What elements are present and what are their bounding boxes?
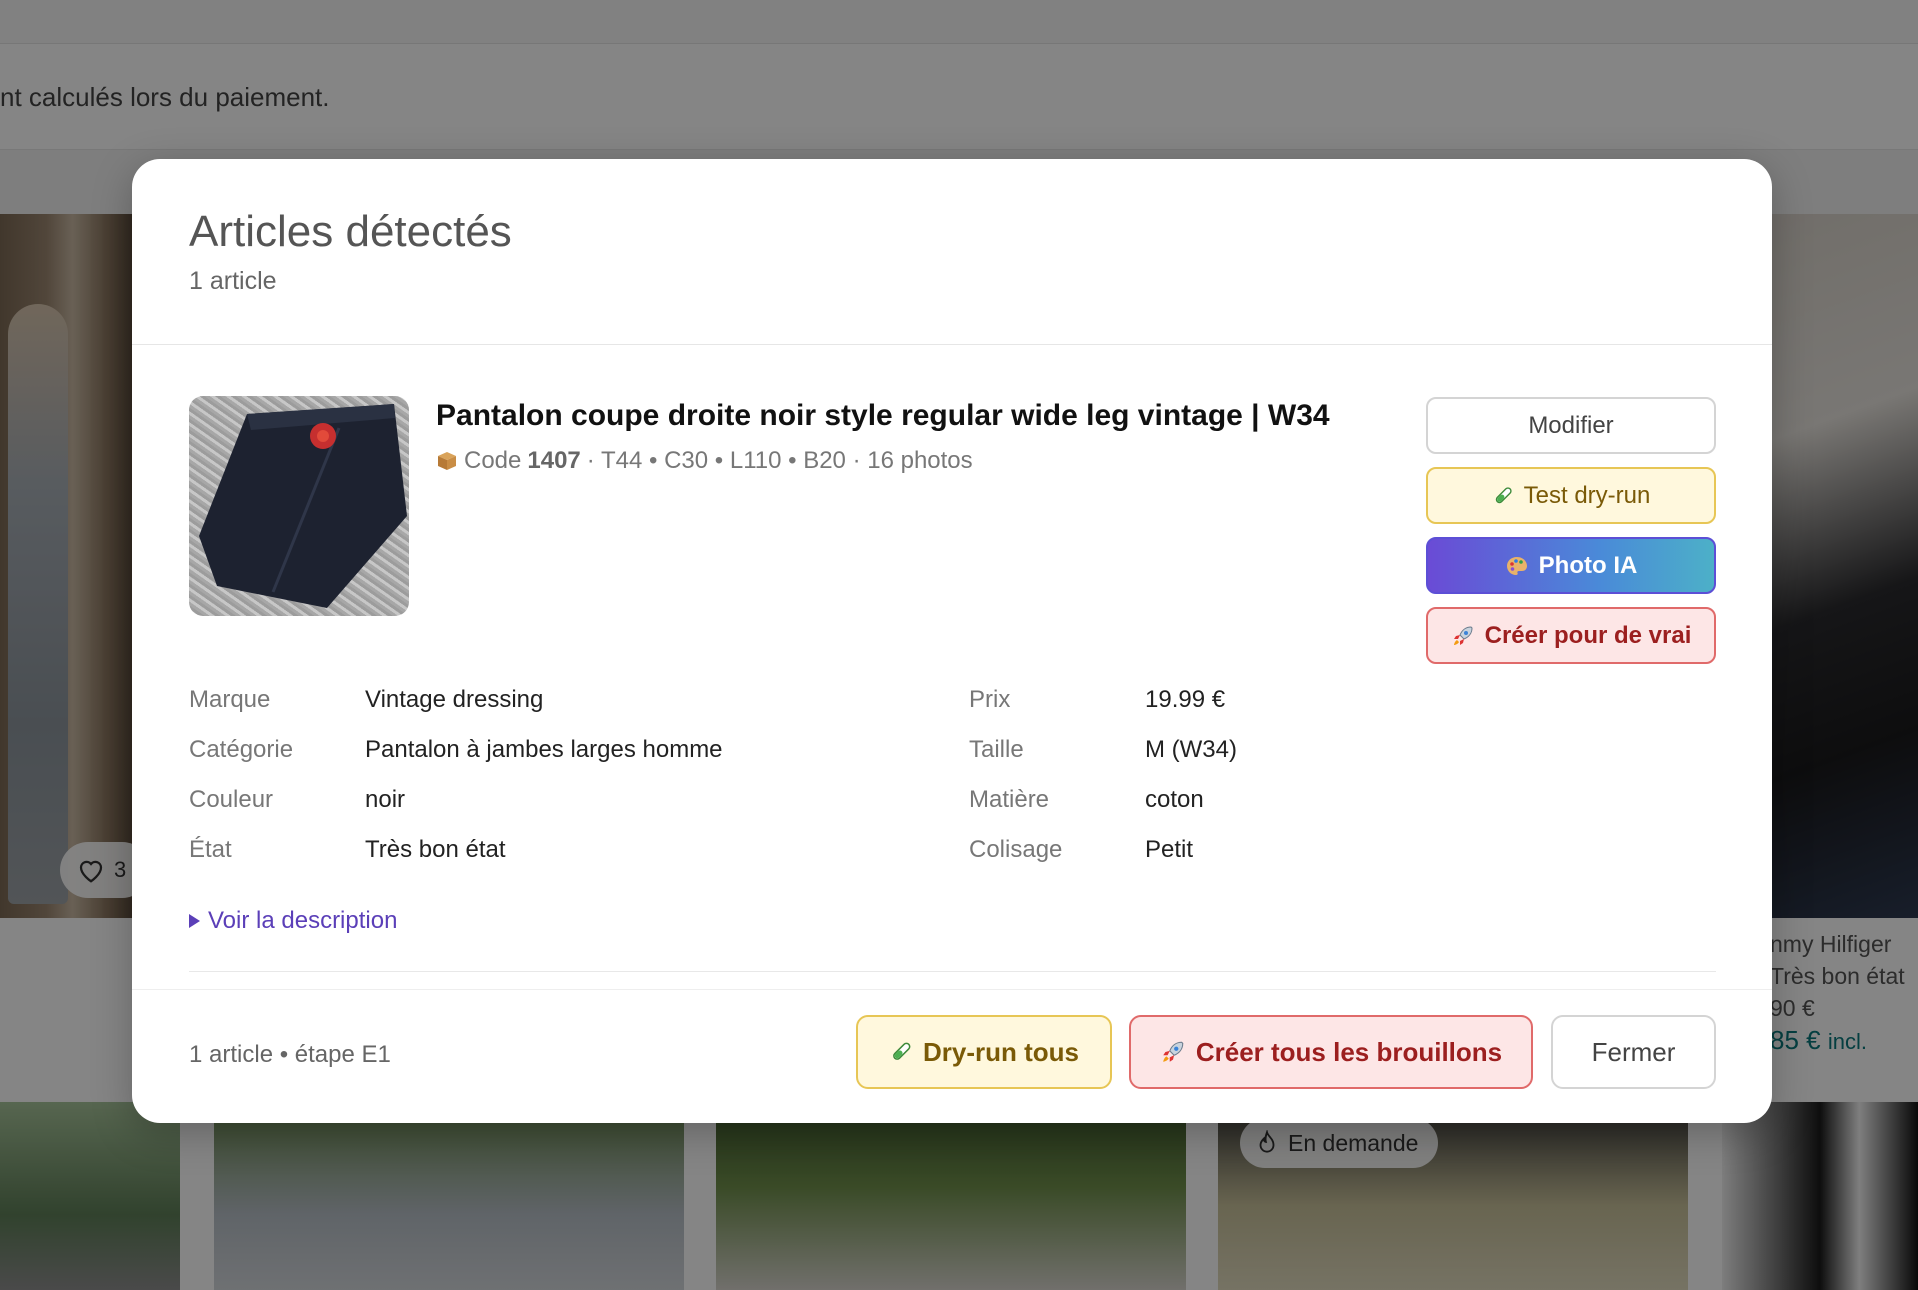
close-button[interactable]: Fermer	[1551, 1015, 1716, 1089]
footer-status: 1 article • étape E1	[189, 1041, 391, 1068]
property-value: Vintage dressing	[365, 686, 544, 713]
property-value: 19.99 €	[1145, 686, 1226, 713]
item-meta: Code 1407 · T44 • C30 • L110 • B20 · 16 …	[436, 447, 973, 475]
photo-ia-label: Photo IA	[1538, 551, 1638, 579]
test-dry-run-button[interactable]: Test dry-run	[1426, 467, 1716, 524]
footer-divider	[132, 989, 1772, 990]
palette-icon	[1505, 555, 1529, 577]
test-tube-icon	[889, 1040, 913, 1064]
item-meta-details: · T44 • C30 • L110 • B20 · 16 photos	[586, 447, 973, 474]
modify-button-label: Modifier	[1528, 411, 1614, 439]
property-value: Très bon état	[365, 836, 506, 863]
description-toggle[interactable]: Voir la description	[189, 907, 397, 935]
property-label: Colisage	[969, 836, 1063, 863]
modal-subtitle: 1 article	[189, 267, 277, 295]
property-label: Prix	[969, 686, 1011, 713]
property-label: Marque	[189, 686, 271, 713]
item-thumbnail[interactable]	[189, 396, 409, 616]
create-all-drafts-label: Créer tous les brouillons	[1195, 1036, 1503, 1067]
dry-run-all-button[interactable]: Dry-run tous	[856, 1015, 1112, 1089]
detected-items-modal: Articles détectés 1 article Pantalon cou…	[132, 159, 1772, 1123]
property-label: Catégorie	[189, 736, 294, 763]
modal-title: Articles détectés	[189, 207, 512, 256]
property-label: Taille	[969, 736, 1024, 763]
item-code-label: Code	[464, 447, 522, 474]
create-all-drafts-button[interactable]: Créer tous les brouillons	[1129, 1015, 1533, 1089]
close-button-label: Fermer	[1591, 1036, 1676, 1067]
dry-run-all-label: Dry-run tous	[923, 1036, 1079, 1067]
property-value: noir	[365, 786, 406, 813]
test-dry-run-label: Test dry-run	[1523, 481, 1651, 509]
property-value: Petit	[1145, 836, 1194, 863]
photo-ia-button[interactable]: Photo IA	[1426, 537, 1716, 594]
test-tube-icon	[1492, 485, 1514, 507]
modal-header: Articles détectés 1 article	[132, 159, 1772, 345]
property-label: Matière	[969, 786, 1050, 813]
rocket-icon	[1451, 624, 1475, 648]
property-label: Couleur	[189, 786, 274, 813]
item-code: 1407	[527, 447, 581, 474]
package-icon	[436, 450, 458, 472]
property-value: Pantalon à jambes larges homme	[365, 736, 723, 763]
create-real-label: Créer pour de vrai	[1484, 621, 1692, 649]
description-toggle-label: Voir la description	[208, 907, 398, 934]
triangle-right-icon	[189, 914, 200, 928]
property-value: coton	[1145, 786, 1204, 813]
property-value: M (W34)	[1145, 736, 1237, 763]
item-divider	[189, 971, 1716, 972]
modify-button[interactable]: Modifier	[1426, 397, 1716, 454]
rocket-icon	[1160, 1039, 1186, 1065]
property-label: État	[189, 836, 232, 863]
item-title: Pantalon coupe droite noir style regular…	[436, 399, 1330, 432]
create-real-button[interactable]: Créer pour de vrai	[1426, 607, 1716, 664]
